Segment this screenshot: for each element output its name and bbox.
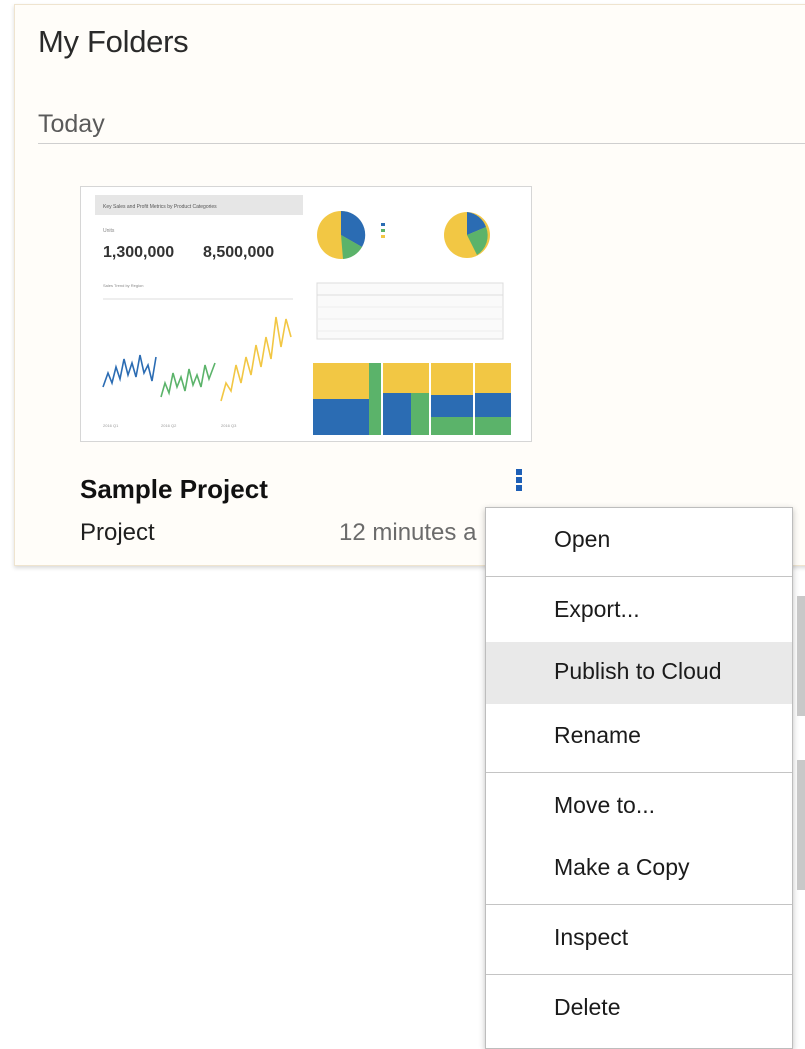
project-thumbnail[interactable]: Key Sales and Profit Metrics by Product … <box>80 186 532 442</box>
svg-text:Sales Trend by Region: Sales Trend by Region <box>103 283 143 288</box>
menu-item-open[interactable]: Open <box>486 510 792 572</box>
menu-separator <box>486 772 792 773</box>
thumb-kpi-right: 8,500,000 <box>203 244 274 261</box>
svg-text:2016 Q2: 2016 Q2 <box>161 423 177 428</box>
menu-separator <box>486 904 792 905</box>
menu-item-rename[interactable]: Rename <box>486 706 792 768</box>
menu-separator <box>486 576 792 577</box>
menu-item-move-to[interactable]: Move to... <box>486 776 792 838</box>
project-name[interactable]: Sample Project <box>80 474 268 505</box>
menu-separator <box>486 974 792 975</box>
project-modified-time: 12 minutes a <box>339 519 477 546</box>
svg-text:Units: Units <box>103 228 115 234</box>
dashboard-preview-image: Key Sales and Profit Metrics by Product … <box>95 195 511 435</box>
menu-item-inspect[interactable]: Inspect <box>486 908 792 970</box>
section-divider <box>38 143 805 144</box>
svg-text:2016 Q1: 2016 Q1 <box>103 423 119 428</box>
thumb-kpi-left: 1,300,000 <box>103 244 174 261</box>
background-edge <box>797 596 805 716</box>
project-type: Project <box>80 519 155 546</box>
menu-item-publish-to-cloud[interactable]: Publish to Cloud <box>486 642 792 704</box>
menu-item-export[interactable]: Export... <box>486 580 792 642</box>
context-menu: Open Export... Publish to Cloud Rename M… <box>485 507 793 1049</box>
thumb-banner-text: Key Sales and Profit Metrics by Product … <box>103 204 217 210</box>
section-header-today: Today <box>38 110 105 138</box>
kebab-vertical-icon[interactable] <box>510 468 528 496</box>
menu-item-make-a-copy[interactable]: Make a Copy <box>486 838 792 900</box>
page-title: My Folders <box>38 24 189 59</box>
svg-text:2016 Q3: 2016 Q3 <box>221 423 237 428</box>
background-edge <box>797 760 805 890</box>
menu-item-delete[interactable]: Delete <box>486 978 792 1040</box>
